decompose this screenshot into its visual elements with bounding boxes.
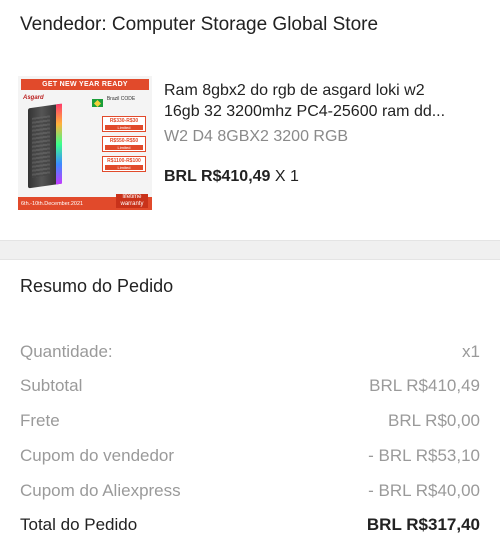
summary-row-total: Total do Pedido BRL R$317,40: [20, 515, 480, 535]
image-coupon: R$1100-R$100 Limited: [102, 156, 146, 172]
summary-row-value: BRL R$0,00: [388, 411, 480, 430]
summary-row-subtotal: Subtotal BRL R$410,49: [20, 376, 480, 396]
summary-row-label: Cupom do Aliexpress: [20, 481, 181, 500]
product-price: BRL R$410,49: [164, 168, 271, 185]
product-title-line: Ram 8gbx2 do rgb de asgard loki w2: [164, 82, 425, 99]
ram-stick-graphic: [28, 103, 62, 189]
image-brand: Asgard: [23, 95, 44, 101]
section-divider: [0, 240, 500, 260]
product-price-line: BRL R$410,49 X 1: [164, 168, 299, 186]
summary-row-label: Cupom do vendedor: [20, 446, 175, 465]
image-coupon: R$330-R$30 Limited: [102, 116, 146, 132]
total-label: Total do Pedido: [20, 515, 138, 534]
summary-row-label: Quantidade:: [20, 342, 113, 361]
summary-row-value: - BRL R$40,00: [368, 481, 480, 500]
product-item[interactable]: GET NEW YEAR READY Asgard Brazil CODE R$…: [18, 76, 482, 210]
brazil-flag-icon: [92, 99, 103, 107]
product-title-line: 16gb 32 3200mhz PC4-25600 ram dd...: [164, 103, 446, 120]
summary-row-aliexpress-coupon: Cupom do Aliexpress - BRL R$40,00: [20, 481, 480, 501]
image-coupons: R$330-R$30 Limited R$550-R$50 Limited R$11…: [102, 116, 146, 176]
summary-title: Resumo do Pedido: [20, 276, 174, 296]
seller-name[interactable]: Vendedor: Computer Storage Global Store: [20, 14, 378, 36]
image-dates: 6th.-10th.December.2021: [21, 201, 84, 207]
summary-row-shipping: Frete BRL R$0,00: [20, 411, 480, 431]
product-quantity: X 1: [274, 168, 299, 185]
summary-row-label: Frete: [20, 411, 60, 430]
image-flag-text: Brazil CODE: [106, 96, 136, 102]
product-title[interactable]: Ram 8gbx2 do rgb de asgard loki w2 16gb …: [164, 80, 480, 122]
summary-row-value: BRL R$410,49: [369, 376, 480, 395]
image-coupon: R$550-R$50 Limited: [102, 136, 146, 152]
product-image[interactable]: GET NEW YEAR READY Asgard Brazil CODE R$…: [18, 76, 152, 210]
image-warranty: lifetime warranty: [116, 194, 148, 208]
summary-row-quantity: Quantidade: x1: [20, 342, 480, 362]
product-variant: W2 D4 8GBX2 3200 RGB: [164, 128, 349, 145]
summary-row-label: Subtotal: [20, 376, 83, 395]
image-banner: GET NEW YEAR READY: [21, 79, 149, 90]
summary-row-value: - BRL R$53,10: [368, 446, 480, 465]
summary-row-value: x1: [462, 342, 480, 361]
total-value: BRL R$317,40: [366, 515, 480, 534]
summary-row-seller-coupon: Cupom do vendedor - BRL R$53,10: [20, 446, 480, 466]
